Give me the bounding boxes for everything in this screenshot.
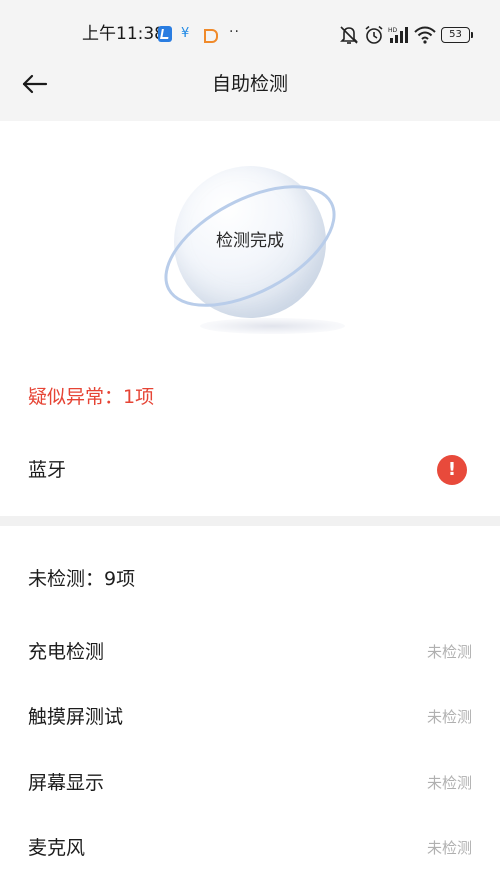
section-divider [0,516,500,526]
item-label: 麦克风 [28,837,86,859]
item-status: 未检测 [426,839,472,857]
item-label: 蓝牙 [28,459,67,481]
top-area: 上午11:38 ¥ ·· HD 53 自助检测 [0,0,500,121]
svg-text:HD: HD [388,27,398,34]
untested-count-heading: 未检测：9项 [28,568,136,590]
status-time: 上午11:38 [82,24,165,44]
app-notification-orange-icon [204,29,218,43]
exclamation-circle-icon: ! [437,455,467,485]
page-title: 自助检测 [211,73,288,95]
signal-bars-icon: HD [388,25,410,49]
anomaly-item-bluetooth[interactable]: 蓝牙 ! [0,445,500,495]
wifi-icon [414,25,436,49]
item-label: 触摸屏测试 [28,706,124,728]
detection-status-orb: 检测完成 [150,160,350,350]
orb-ring [164,185,336,307]
item-status: 未检测 [426,643,472,661]
detection-complete-label: 检测完成 [216,231,284,251]
battery-icon: 53 [441,27,473,43]
more-notifications-icon: ·· [229,24,240,40]
item-status: 未检测 [426,774,472,792]
untested-item-microphone[interactable]: 麦克风 未检测 [0,823,500,873]
alarm-clock-icon [364,25,384,49]
item-status: 未检测 [426,708,472,726]
yuan-notification-icon: ¥ [181,26,190,41]
untested-item-display[interactable]: 屏幕显示 未检测 [0,758,500,808]
bell-slash-icon [338,25,360,49]
app-notification-icon [158,26,172,42]
anomaly-count-heading: 疑似异常：1项 [28,386,155,408]
item-label: 屏幕显示 [28,772,105,794]
untested-item-charging[interactable]: 充电检测 未检测 [0,627,500,677]
item-label: 充电检测 [28,641,105,663]
status-bar: 上午11:38 ¥ ·· HD 53 [0,0,500,68]
untested-item-touchscreen[interactable]: 触摸屏测试 未检测 [0,692,500,742]
